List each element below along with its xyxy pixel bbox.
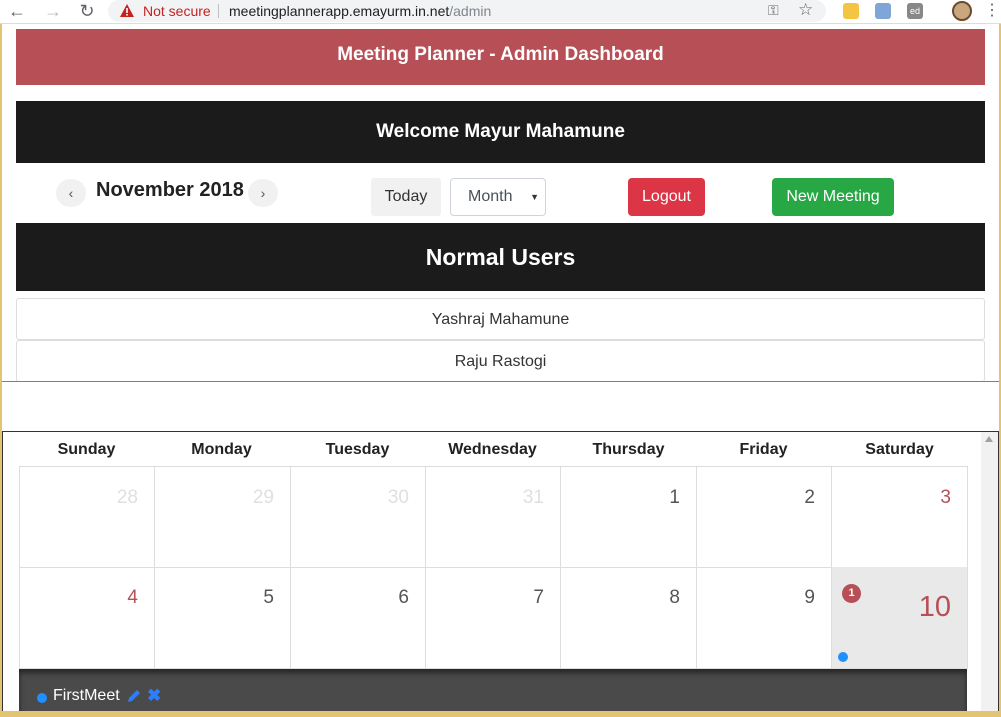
key-icon[interactable]: ⚿ — [768, 2, 779, 19]
weekday-saturday: Saturday — [865, 441, 934, 458]
day-number: 28 — [116, 487, 138, 508]
users-heading: Normal Users — [16, 223, 985, 291]
delete-x-icon[interactable]: ✖ — [147, 686, 161, 706]
page-content: Meeting Planner - Admin Dashboard Welcom… — [0, 24, 1001, 717]
day-number: 7 — [533, 587, 544, 608]
event-count-badge: 1 — [842, 584, 861, 603]
url-text[interactable]: meetingplannerapp.emayurm.in.net/admin — [229, 3, 491, 19]
today-button[interactable]: Today — [371, 178, 441, 216]
day-number: 31 — [522, 487, 544, 508]
day-number: 9 — [804, 587, 815, 608]
day-cell[interactable]: 6 — [290, 567, 426, 669]
weekday-tuesday: Tuesday — [325, 441, 390, 458]
window-border — [0, 711, 1001, 717]
day-cell[interactable]: 7 — [425, 567, 561, 669]
profile-avatar[interactable] — [952, 1, 972, 21]
day-cell[interactable]: 28 — [19, 466, 155, 568]
address-bar[interactable]: Not secure meetingplannerapp.emayurm.in.… — [108, 0, 826, 22]
day-cell[interactable]: 3 — [832, 466, 968, 568]
day-number: 3 — [940, 487, 951, 508]
day-cell[interactable]: 4 — [19, 567, 155, 669]
next-month-button[interactable]: › — [248, 179, 278, 207]
day-number: 4 — [127, 587, 138, 608]
calendar-toolbar: ‹ November 2018 › Today Month ▼ Logout N… — [2, 169, 999, 219]
day-number: 1 — [669, 487, 680, 508]
day-cell-today[interactable]: 1 10 — [832, 567, 968, 669]
view-select[interactable]: Month ▼ — [450, 178, 546, 216]
browser-toolbar: ← → ↻ Not secure meetingplannerapp.emayu… — [0, 0, 1001, 24]
omnibox-separator — [218, 4, 219, 18]
day-cell[interactable]: 30 — [290, 466, 426, 568]
view-select-value: Month — [468, 188, 513, 205]
reload-icon[interactable]: ↻ — [76, 0, 98, 22]
user-item[interactable]: Raju Rastogi — [16, 340, 985, 382]
chevron-down-icon: ▼ — [530, 192, 539, 202]
divider — [2, 381, 999, 382]
weekday-header: Sunday Monday Tuesday Wednesday Thursday… — [19, 432, 967, 466]
day-cell[interactable]: 31 — [425, 466, 561, 568]
day-number: 30 — [387, 487, 409, 508]
day-cell[interactable]: 5 — [155, 567, 291, 669]
event-color-dot — [37, 693, 47, 703]
event-title[interactable]: FirstMeet — [53, 687, 120, 705]
day-cell[interactable]: 9 — [696, 567, 832, 669]
security-status: Not secure — [143, 3, 211, 19]
welcome-banner: Welcome Mayur Mahamune — [16, 101, 985, 163]
weekday-friday: Friday — [739, 441, 788, 458]
new-meeting-button[interactable]: New Meeting — [772, 178, 894, 216]
prev-month-button[interactable]: ‹ — [56, 179, 86, 207]
warning-icon — [120, 4, 134, 17]
day-number: 29 — [252, 487, 274, 508]
weekday-monday: Monday — [191, 441, 252, 458]
url-host: meetingplannerapp.emayurm.in.net — [229, 3, 450, 19]
weekday-sunday: Sunday — [57, 441, 116, 458]
day-number: 2 — [804, 487, 815, 508]
scrollbar[interactable] — [981, 432, 998, 717]
day-events-panel: FirstMeet ✖ — [19, 669, 967, 717]
page-title: Meeting Planner - Admin Dashboard — [16, 29, 985, 85]
scroll-up-arrow-icon[interactable] — [985, 436, 993, 442]
logout-button[interactable]: Logout — [628, 178, 705, 216]
extension-image-icon[interactable] — [875, 3, 891, 19]
extension-ed-label: ed — [909, 6, 920, 16]
extension-color-icon[interactable] — [843, 3, 859, 19]
day-cell[interactable]: 1 — [561, 466, 697, 568]
day-cell[interactable]: 2 — [696, 466, 832, 568]
browser-menu-icon[interactable]: ⋮ — [984, 0, 1000, 22]
weekday-wednesday: Wednesday — [448, 441, 537, 458]
day-number: 8 — [669, 587, 680, 608]
day-number: 5 — [263, 587, 274, 608]
calendar-grid: Sunday Monday Tuesday Wednesday Thursday… — [2, 431, 999, 717]
event-dot[interactable] — [838, 652, 848, 662]
day-number: 6 — [398, 587, 409, 608]
weekday-thursday: Thursday — [592, 441, 665, 458]
day-cell[interactable]: 8 — [561, 567, 697, 669]
bookmark-star-icon[interactable]: ☆ — [798, 0, 813, 20]
edit-pencil-icon[interactable] — [126, 688, 142, 704]
user-item[interactable]: Yashraj Mahamune — [16, 298, 985, 340]
url-path: /admin — [449, 3, 492, 19]
back-arrow-icon[interactable]: ← — [6, 0, 28, 22]
day-number-today: 10 — [918, 591, 951, 623]
day-cell[interactable]: 29 — [155, 466, 291, 568]
month-title: November 2018 — [96, 179, 244, 201]
forward-arrow-icon[interactable]: → — [42, 0, 64, 22]
extension-ed-icon[interactable]: ed — [907, 3, 923, 19]
